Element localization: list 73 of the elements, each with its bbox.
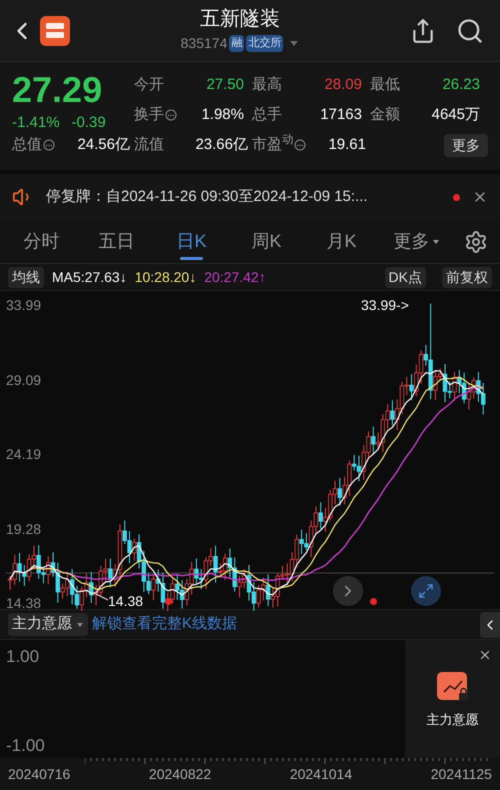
chart-option-button[interactable]: DK点 <box>384 266 426 288</box>
stat-value: 1.98% <box>201 104 244 125</box>
stat-label: 市盈$^{动}$ <box>252 134 293 155</box>
indicator-selector[interactable]: 主力意愿 <box>8 613 88 636</box>
chart-option-button[interactable]: 前复权 <box>442 266 492 288</box>
expand-button[interactable] <box>411 576 441 606</box>
stat-label: 最高 <box>252 74 282 95</box>
change-percent: -1.41% <box>12 113 60 133</box>
low-price-label: 14.38 <box>108 592 144 611</box>
caret-icon[interactable] <box>289 40 300 48</box>
collapse-button[interactable] <box>480 612 500 638</box>
search-icon[interactable] <box>456 16 484 44</box>
stat-value: 4645万 <box>432 104 480 125</box>
date-axis-label: 20241014 <box>290 765 352 784</box>
next-button[interactable] <box>333 576 363 606</box>
info-icon <box>43 139 55 151</box>
indicator-promo-card[interactable]: 主力意愿 <box>405 640 500 758</box>
promo-label: 主力意愿 <box>426 711 478 729</box>
stat-label: 今开 <box>134 74 164 95</box>
stat-label: 换手 <box>134 104 164 125</box>
date-axis-label: 20240822 <box>148 765 212 784</box>
price-axis-label: 24.19 <box>6 445 42 464</box>
stock-name: 五新隧装 <box>200 7 280 31</box>
stat-value: 27.50 <box>206 74 244 95</box>
ma-value: MA5:27.63↓ <box>52 268 127 286</box>
info-icon <box>165 109 177 121</box>
market-tag: 融 <box>229 35 244 52</box>
date-axis-label: 20240716 <box>8 765 70 784</box>
expand-icon <box>418 583 434 599</box>
stat-value: 26.23 <box>442 74 480 95</box>
period-tab[interactable]: 周K <box>229 220 304 263</box>
period-tab[interactable]: 分时 <box>4 220 79 263</box>
notice-text: 自2024-11-26 09:30至2024-12-09 15:... <box>106 186 368 207</box>
stat-label: 最低 <box>370 74 400 95</box>
high-price-label: 33.99-> <box>361 296 409 315</box>
leader-line <box>95 592 109 602</box>
stat-label: 金额 <box>370 104 400 125</box>
stat-value: 19.61 <box>328 134 366 155</box>
stat-label: 流值 <box>134 134 164 155</box>
indicator-axis-label: 1.00 <box>6 646 40 668</box>
close-icon[interactable] <box>478 648 492 662</box>
date-axis-label: 20241125 <box>430 765 492 784</box>
caret-icon <box>432 238 440 244</box>
stat-label: 总值 <box>12 134 42 155</box>
stat-value: 28.09 <box>324 74 362 95</box>
stock-code: 835174 <box>180 34 228 53</box>
price-axis-label: 33.99 <box>6 296 42 315</box>
price-axis-label: 19.28 <box>6 520 42 538</box>
market-tag: 北交所 <box>246 35 284 52</box>
stat-value: 17163 <box>320 104 362 125</box>
stat-label: 总手 <box>252 104 282 125</box>
app-logo-icon <box>40 16 70 46</box>
period-tab[interactable]: 月K <box>304 220 379 263</box>
more-button[interactable]: 更多 <box>444 134 488 156</box>
ma-value: 10:28.20↓ <box>134 268 196 286</box>
last-price: 27.29 <box>12 70 102 110</box>
period-tab[interactable]: 五日 <box>79 220 154 263</box>
ma-value: 20:27.42↑ <box>204 268 266 286</box>
settings-icon[interactable] <box>464 230 488 254</box>
price-axis-label: 29.09 <box>6 370 42 390</box>
unlock-link[interactable]: 解锁查看完整K线数据 <box>92 613 238 636</box>
stat-value: 23.66亿 <box>195 134 248 155</box>
stat-value: 24.56亿 <box>77 134 130 155</box>
caret-icon <box>76 622 84 628</box>
notice-label: 停复牌： <box>46 186 106 207</box>
indicator-axis-label: -1.00 <box>6 734 46 756</box>
price-axis-label: 14.38 <box>6 594 42 613</box>
period-tab[interactable]: 日K <box>154 220 229 263</box>
info-icon <box>294 139 306 151</box>
trend-lock-icon <box>436 672 468 702</box>
ma-selector[interactable]: 均线 <box>8 266 44 288</box>
change-amount: -0.39 <box>72 113 106 133</box>
period-tab[interactable]: 更多 <box>379 220 454 263</box>
